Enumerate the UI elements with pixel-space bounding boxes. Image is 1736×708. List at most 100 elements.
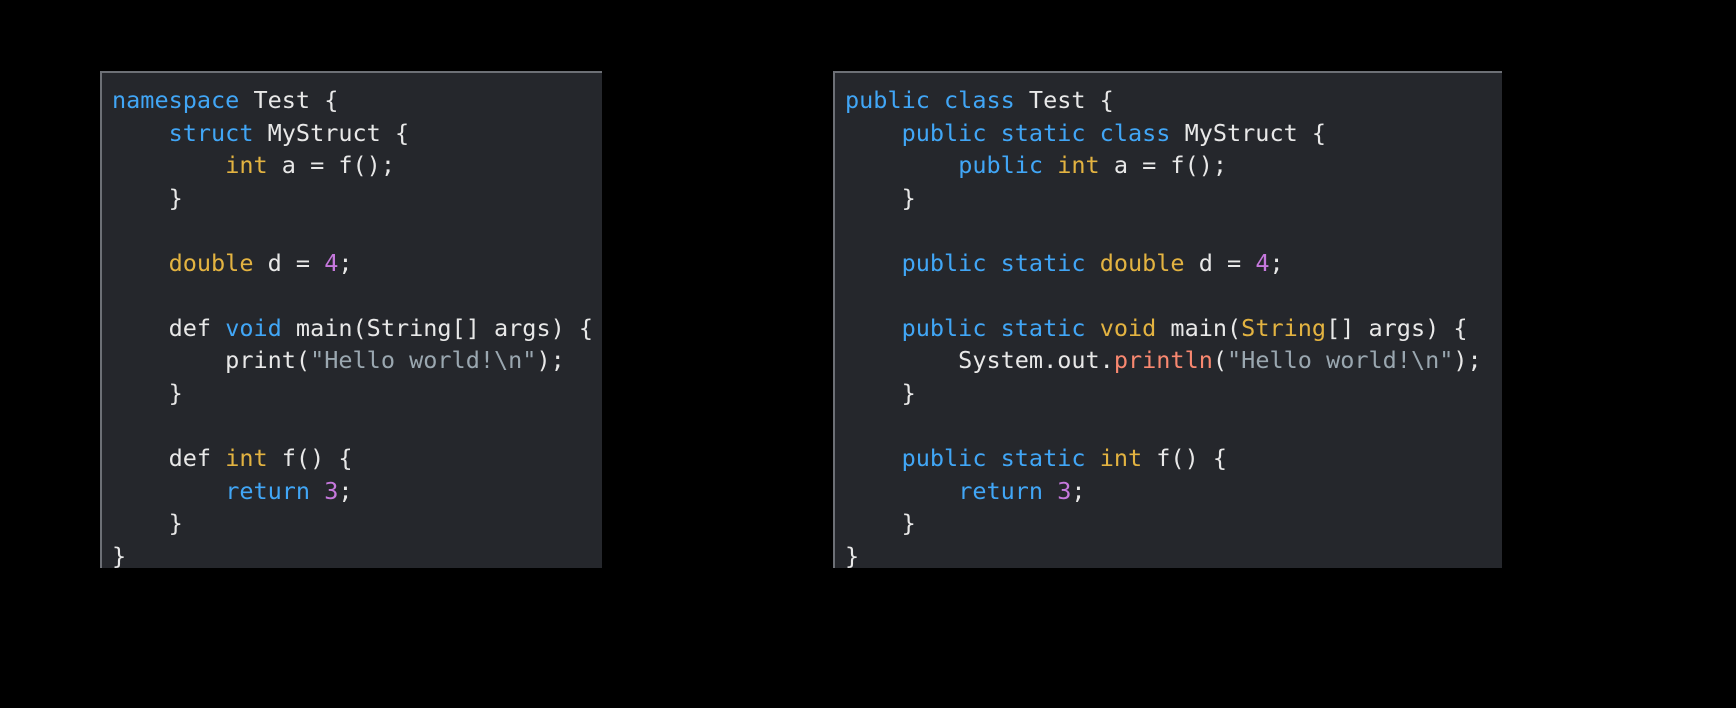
- code-token-plain: MyStruct {: [253, 118, 410, 147]
- code-token-plain: ;: [338, 476, 353, 505]
- code-token-kw: public static: [901, 444, 1086, 473]
- code-line: def void main(String[] args) {: [112, 312, 602, 345]
- code-line: System.out.println("Hello world!\n");: [845, 344, 1502, 377]
- code-token-fn: println: [1113, 346, 1213, 375]
- code-token-num: 4: [324, 248, 339, 277]
- code-token-num: 4: [1255, 248, 1270, 277]
- code-line: def int f() {: [112, 442, 602, 475]
- code-token-kw: public static: [901, 248, 1086, 277]
- code-token-type: int: [225, 151, 268, 180]
- code-line: public static int f() {: [845, 442, 1502, 475]
- screenshot-stage: namespace Test { struct MyStruct { int a…: [0, 0, 1736, 708]
- code-line: }: [845, 182, 1502, 215]
- code-token-kw: public: [958, 151, 1044, 180]
- code-token-kw: return: [958, 476, 1044, 505]
- code-line: print("Hello world!\n");: [112, 344, 602, 377]
- code-token-plain: System.out.: [845, 346, 1114, 375]
- code-token-type: String: [1241, 313, 1327, 342]
- code-token-plain: Test {: [239, 86, 339, 114]
- code-line: namespace Test {: [112, 84, 602, 117]
- code-line: return 3;: [112, 475, 602, 508]
- code-line: public static class MyStruct {: [845, 117, 1502, 150]
- code-token-kw: public static: [901, 313, 1086, 342]
- code-token-plain: main(: [1156, 313, 1242, 342]
- code-token-plain: f() {: [267, 444, 353, 473]
- code-token-type: int: [1057, 151, 1100, 180]
- code-line: int a = f();: [112, 149, 602, 182]
- code-token-plain: }: [112, 183, 183, 212]
- code-line: double d = 4;: [112, 247, 602, 280]
- right-code-panel[interactable]: public class Test { public static class …: [833, 71, 1502, 570]
- code-line: public static double d = 4;: [845, 247, 1502, 280]
- code-token-plain: }: [845, 509, 916, 538]
- code-token-plain: ;: [1071, 476, 1086, 505]
- code-line: struct MyStruct {: [112, 117, 602, 150]
- code-line: public class Test {: [845, 84, 1502, 117]
- code-token-type: double: [1099, 248, 1185, 277]
- code-token-plain: def: [112, 444, 226, 473]
- code-token-plain: );: [1453, 346, 1482, 375]
- code-token-str: "Hello world!\n": [1227, 346, 1454, 375]
- code-token-plain: Test {: [1014, 86, 1114, 114]
- code-token-num: 3: [1057, 476, 1072, 505]
- code-token-plain: a = f();: [267, 151, 395, 180]
- code-token-kw: namespace: [112, 86, 240, 114]
- code-token-plain: [] args) {: [1326, 313, 1468, 342]
- code-token-plain: ;: [1269, 248, 1284, 277]
- code-token-type: double: [168, 248, 254, 277]
- code-token-plain: MyStruct {: [1170, 118, 1327, 147]
- code-token-type: int: [1099, 444, 1143, 473]
- code-token-kw: void: [225, 313, 282, 342]
- code-line: }: [845, 540, 1502, 573]
- code-token-type: int: [225, 444, 268, 473]
- code-token-plain: );: [536, 346, 565, 375]
- code-token-plain: def: [112, 313, 226, 342]
- code-token-kw: public static class: [901, 118, 1171, 147]
- code-token-plain: d =: [1184, 248, 1256, 277]
- code-token-plain: main(String[] args) {: [281, 313, 594, 342]
- code-line: }: [112, 182, 602, 215]
- code-line: }: [112, 507, 602, 540]
- code-token-plain: (: [1212, 346, 1228, 375]
- code-token-plain: }: [845, 183, 916, 212]
- code-token-kw: return: [225, 476, 311, 505]
- code-token-plain: }: [845, 378, 916, 407]
- code-line: }: [845, 377, 1502, 410]
- code-token-str: "Hello world!\n": [310, 346, 537, 375]
- code-token-plain: d =: [253, 248, 325, 277]
- code-token-kw: struct: [168, 118, 254, 147]
- code-line: public static void main(String[] args) {: [845, 312, 1502, 345]
- code-token-plain: }: [112, 509, 183, 538]
- code-token-type: void: [1099, 313, 1157, 342]
- code-token-plain: f() {: [1142, 444, 1228, 473]
- code-token-num: 3: [324, 476, 339, 505]
- code-token-kw: public class: [845, 86, 1015, 114]
- code-line: }: [112, 377, 602, 410]
- code-token-plain: }: [112, 541, 127, 570]
- code-token-plain: }: [845, 541, 860, 570]
- code-token-plain: ;: [338, 248, 353, 277]
- code-token-plain: a = f();: [1099, 151, 1228, 180]
- left-code-panel[interactable]: namespace Test { struct MyStruct { int a…: [100, 71, 602, 570]
- code-line: }: [845, 507, 1502, 540]
